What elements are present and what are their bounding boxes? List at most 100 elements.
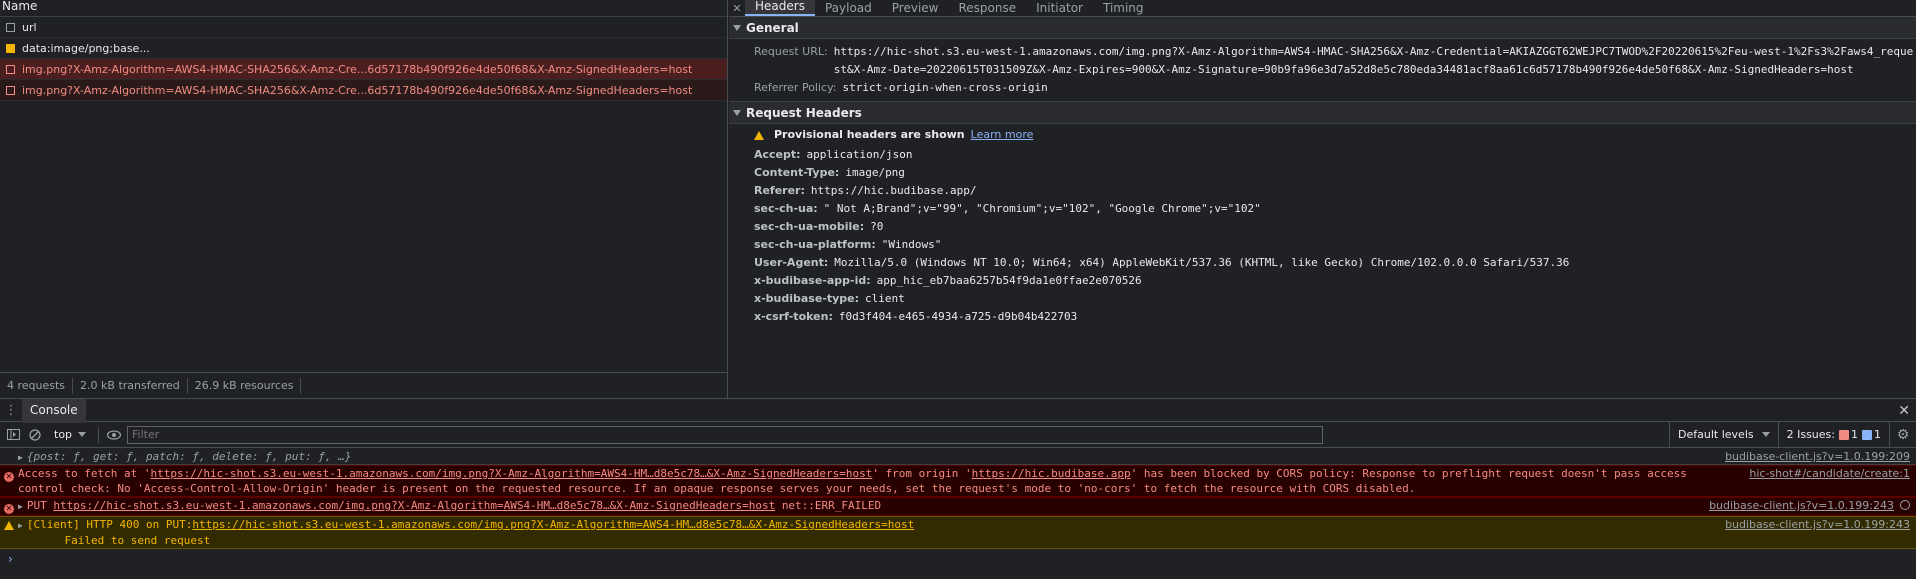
- header-value: https://hic.budibase.app/: [810, 184, 977, 197]
- request-url-value: https://hic-shot.s3.eu-west-1.amazonaws.…: [833, 45, 1914, 76]
- gear-icon[interactable]: ⚙: [1890, 427, 1916, 443]
- info-issue-count: 1: [1874, 428, 1881, 441]
- general-section: Request URL: https://hic-shot.s3.eu-west…: [729, 39, 1916, 102]
- details-tabs: ✕ Headers Payload Preview Response Initi…: [729, 0, 1916, 17]
- failed-request-icon: [6, 64, 15, 74]
- request-row-img-failed[interactable]: img.png?X-Amz-Algorithm=AWS4-HMAC-SHA256…: [0, 80, 727, 101]
- referrer-policy-value: strict-origin-when-cross-origin: [842, 81, 1048, 94]
- globe-icon: [1900, 500, 1910, 510]
- error-icon: ✕: [4, 472, 14, 482]
- origin-link[interactable]: https://hic.budibase.app: [972, 467, 1131, 480]
- prompt-chevron-icon: ›: [8, 552, 13, 566]
- issues-label: 2 Issues:: [1786, 428, 1835, 441]
- levels-label: Default levels: [1678, 428, 1754, 441]
- source-link-wrap: budibase-client.js?v=1.0.199:243: [1709, 498, 1910, 515]
- header-key: sec-ch-ua:: [754, 202, 818, 215]
- chevron-down-icon: [78, 432, 87, 437]
- request-row-url[interactable]: url: [0, 17, 727, 38]
- tab-initiator[interactable]: Initiator: [1026, 2, 1093, 16]
- document-icon: [6, 22, 15, 32]
- message-body: ▶ {post: ƒ, get: ƒ, patch: ƒ, delete: ƒ, …: [18, 448, 1715, 464]
- chevron-down-icon: [1761, 432, 1770, 437]
- warning-text: Provisional headers are shown: [774, 128, 965, 141]
- log-levels-dropdown[interactable]: Default levels: [1669, 421, 1779, 448]
- header-row: User-Agent: Mozilla/5.0 (Windows NT 10.0;…: [729, 254, 1916, 272]
- tab-preview[interactable]: Preview: [882, 2, 949, 16]
- filter-input[interactable]: [127, 425, 1324, 444]
- learn-more-link[interactable]: Learn more: [971, 124, 1034, 146]
- text-fragment: ' from origin ': [872, 467, 972, 480]
- console-message-cors-error: ✕ Access to fetch at 'https://hic-shot.s…: [0, 465, 1916, 497]
- header-value: Mozilla/5.0 (Windows NT 10.0; Win64; x64…: [834, 256, 1570, 269]
- header-value: client: [865, 292, 905, 305]
- sidebar-toggle-icon[interactable]: [4, 426, 22, 444]
- eye-icon[interactable]: [105, 426, 123, 444]
- referrer-policy-row: Referrer Policy: strict-origin-when-cros…: [729, 79, 1916, 97]
- source-link[interactable]: hic-shot#/candidate/create:1: [1749, 466, 1910, 496]
- request-count: 4 requests: [0, 378, 74, 394]
- put-url-link[interactable]: https://hic-shot.s3.eu-west-1.amazonaws.…: [53, 499, 775, 512]
- header-key: Referer:: [754, 184, 805, 197]
- expand-arrow-icon: ▶: [18, 453, 23, 462]
- header-row: Accept: application/json: [729, 146, 1916, 164]
- context-selector[interactable]: top: [54, 428, 87, 441]
- context-value: top: [54, 428, 73, 441]
- expand-arrow-icon[interactable]: ▶: [18, 521, 23, 530]
- error-code: net::ERR_FAILED: [781, 499, 882, 512]
- message-body: ▶ PUT https://hic-shot.s3.eu-west-1.amazo…: [18, 498, 1699, 515]
- transferred-size: 2.0 kB transferred: [73, 378, 188, 394]
- tab-console[interactable]: Console: [22, 398, 86, 423]
- tab-timing[interactable]: Timing: [1093, 2, 1154, 16]
- request-list: Name url data:image/png;base... img.png?…: [0, 0, 728, 399]
- tab-headers[interactable]: Headers: [745, 0, 815, 16]
- close-drawer-icon[interactable]: ✕: [1898, 403, 1910, 419]
- warning-icon-wrap: [4, 519, 18, 548]
- close-icon[interactable]: ✕: [729, 2, 745, 16]
- expand-triangle-icon: [733, 109, 741, 116]
- warning-icon: [4, 521, 14, 530]
- warn-url-link[interactable]: https://hic-shot.s3.eu-west-1.amazonaws.…: [192, 518, 914, 531]
- header-key: User-Agent:: [754, 256, 829, 269]
- header-row: x-csrf-token: f0d3f404-e465-4934-a725-d9b…: [729, 308, 1916, 326]
- header-value: app_hic_eb7baa6257b54f9da1e0ffae2e070526: [876, 274, 1142, 287]
- header-key: x-csrf-token:: [754, 310, 833, 323]
- issues-button[interactable]: 2 Issues: 1 1: [1779, 421, 1890, 448]
- request-row-data-image[interactable]: data:image/png;base...: [0, 38, 727, 59]
- source-link[interactable]: budibase-client.js?v=1.0.199:243: [1709, 499, 1894, 512]
- console-message-object[interactable]: ▶ {post: ƒ, get: ƒ, patch: ƒ, delete: ƒ, …: [0, 448, 1916, 465]
- header-key: sec-ch-ua-platform:: [754, 238, 876, 251]
- header-key: Accept:: [754, 148, 801, 161]
- source-link[interactable]: budibase-client.js?v=1.0.199:209: [1725, 448, 1910, 464]
- more-tools-icon[interactable]: ⋮: [0, 403, 22, 418]
- request-name: data:image/png;base...: [22, 41, 150, 55]
- fetch-url-link[interactable]: https://hic-shot.s3.eu-west-1.amazonaws.…: [150, 467, 872, 480]
- header-key: Content-Type:: [754, 166, 840, 179]
- message-body: Access to fetch at 'https://hic-shot.s3.…: [18, 466, 1739, 496]
- clear-console-icon[interactable]: [26, 426, 44, 444]
- header-key: sec-ch-ua-mobile:: [754, 220, 865, 233]
- header-row: x-budibase-type: client: [729, 290, 1916, 308]
- request-name: img.png?X-Amz-Algorithm=AWS4-HMAC-SHA256…: [22, 62, 693, 76]
- warning-prefix: [Client] HTTP 400 on PUT:: [26, 518, 193, 531]
- name-column-header[interactable]: Name: [0, 0, 727, 17]
- source-link[interactable]: budibase-client.js?v=1.0.199:243: [1725, 517, 1910, 548]
- expand-arrow-icon[interactable]: ▶: [18, 502, 23, 511]
- key-label: Referrer Policy:: [754, 81, 837, 94]
- error-issue-count: 1: [1851, 428, 1858, 441]
- header-value: "Windows": [881, 238, 942, 251]
- console-prompt[interactable]: ›: [0, 549, 1916, 569]
- section-title: Request Headers: [746, 105, 862, 120]
- header-value: " Not A;Brand";v="99", "Chromium";v="102…: [823, 202, 1261, 215]
- resources-size: 26.9 kB resources: [188, 378, 302, 394]
- failed-request-icon: [6, 85, 15, 95]
- tab-payload[interactable]: Payload: [815, 2, 882, 16]
- request-row-img-failed-selected[interactable]: img.png?X-Amz-Algorithm=AWS4-HMAC-SHA256…: [0, 59, 727, 80]
- header-row: Content-Type: image/png: [729, 164, 1916, 182]
- header-row: sec-ch-ua: " Not A;Brand";v="99", "Chromi…: [729, 200, 1916, 218]
- request-headers-section-header[interactable]: Request Headers: [729, 102, 1916, 124]
- network-status-bar: 4 requests 2.0 kB transferred 26.9 kB re…: [0, 372, 728, 399]
- console-message-warning: ▶ [Client] HTTP 400 on PUT:https://hic-sh…: [0, 516, 1916, 549]
- tab-response[interactable]: Response: [948, 2, 1026, 16]
- header-key: x-budibase-app-id:: [754, 274, 871, 287]
- general-section-header[interactable]: General: [729, 17, 1916, 39]
